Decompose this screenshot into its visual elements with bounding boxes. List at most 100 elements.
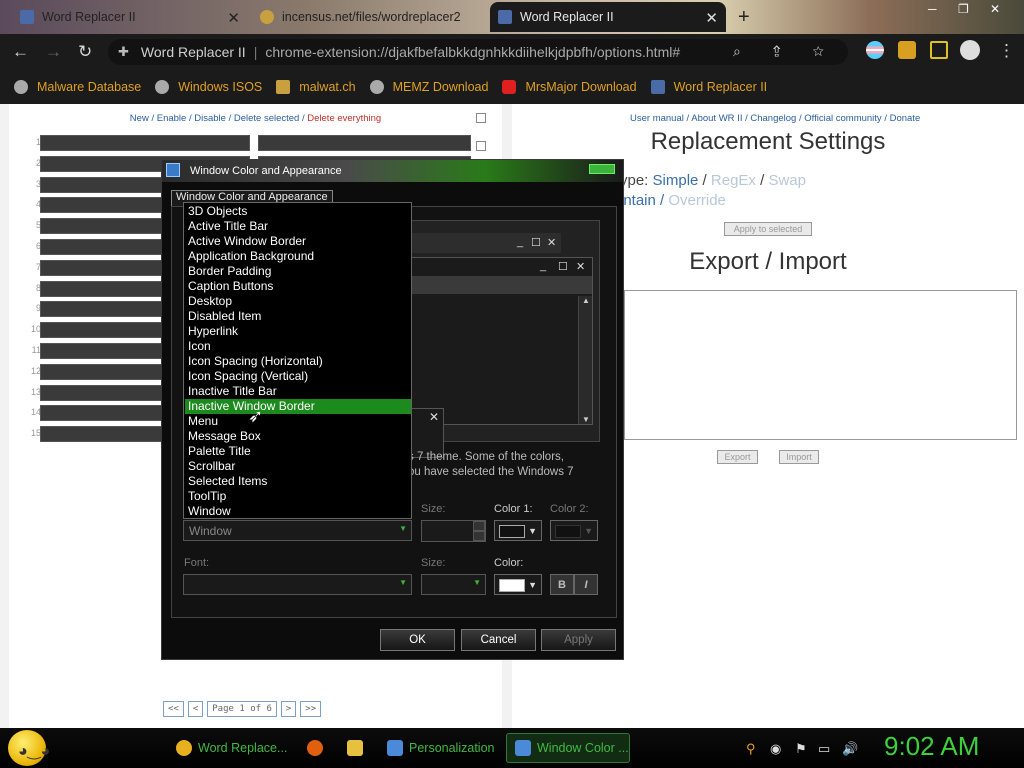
close-tab-icon[interactable]: ✕	[227, 9, 240, 27]
bookmark-mrsmajor-download[interactable]: MrsMajor Download	[502, 80, 637, 94]
omnibox-tool-icons[interactable]: ⌕ ⇪ ☆	[733, 43, 838, 60]
dropdown-option[interactable]: Selected Items	[185, 474, 411, 489]
import-button[interactable]: Import	[779, 450, 819, 464]
dialog-titlebar[interactable]: Window Color and Appearance	[162, 160, 623, 182]
size-stepper[interactable]	[421, 520, 486, 542]
dropdown-option[interactable]: Hyperlink	[185, 324, 411, 339]
dropdown-option[interactable]: Active Window Border	[185, 234, 411, 249]
prev-page-button[interactable]: <	[187, 701, 204, 717]
extension-trans-flag-icon[interactable]	[866, 41, 884, 59]
dropdown-option[interactable]: Icon	[185, 339, 411, 354]
find-input[interactable]	[40, 135, 250, 151]
delete-everything-link[interactable]: Delete everything	[307, 113, 381, 124]
font-size-select[interactable]: ▼	[421, 574, 486, 595]
tray-status-icon[interactable]: ◉	[770, 741, 781, 757]
disable-link[interactable]: Disable	[194, 113, 226, 124]
dialog-close-icon[interactable]	[589, 164, 615, 174]
delete-selected-link[interactable]: Delete selected	[234, 113, 299, 124]
help-links[interactable]: User manual / About WR II / Changelog / …	[630, 113, 920, 124]
next-page-button[interactable]: >	[280, 701, 297, 717]
select-all-checkbox[interactable]	[476, 113, 486, 123]
color2-button[interactable]: ▼	[550, 520, 598, 541]
bookmark-memz-download[interactable]: MEMZ Download	[369, 80, 488, 94]
override-link[interactable]: Override	[668, 192, 726, 209]
task-personalization[interactable]: Personalization	[378, 733, 500, 763]
dropdown-option[interactable]: Icon Spacing (Vertical)	[185, 369, 411, 384]
apply-to-selected-button[interactable]: Apply to selected	[724, 222, 812, 236]
sidepanel-icon[interactable]	[930, 41, 948, 59]
dropdown-option[interactable]: Palette Title	[185, 444, 411, 459]
dropdown-option[interactable]: Scrollbar	[185, 459, 411, 474]
browser-tab-1[interactable]: Word Replacer II ✕	[12, 2, 248, 32]
dropdown-option[interactable]: Icon Spacing (Horizontal)	[185, 354, 411, 369]
cancel-button[interactable]: Cancel	[461, 629, 536, 651]
type-simple-link[interactable]: Simple	[653, 172, 699, 189]
profile-icon[interactable]	[960, 40, 980, 60]
type-regex-link[interactable]: RegEx	[711, 172, 756, 189]
stepper-down-icon[interactable]	[473, 531, 485, 541]
close-window-icon[interactable]: ✕	[990, 2, 1000, 16]
tray-search-icon[interactable]: ⚲	[746, 741, 756, 757]
minimize-icon[interactable]: ─	[928, 2, 937, 16]
reload-icon[interactable]: ↻	[78, 42, 92, 62]
ok-button[interactable]: OK	[380, 629, 455, 651]
bookmark-word-replacer[interactable]: Word Replacer II	[650, 80, 767, 94]
italic-button[interactable]: I	[574, 574, 598, 595]
task-explorer[interactable]	[338, 733, 370, 763]
dropdown-option[interactable]: Desktop	[185, 294, 411, 309]
new-link[interactable]: New	[130, 113, 149, 124]
dropdown-option[interactable]: Message Box	[185, 429, 411, 444]
clock[interactable]: 9:02 AM	[884, 731, 979, 762]
enable-link[interactable]: Enable	[157, 113, 187, 124]
restore-icon[interactable]: ❐	[958, 2, 969, 16]
export-button[interactable]: Export	[717, 450, 758, 464]
tray-network-icon[interactable]: ▭	[818, 741, 830, 757]
dropdown-option[interactable]: Inactive Title Bar	[185, 384, 411, 399]
preview-inactive-window: _ ☐ ✕	[407, 233, 561, 253]
replace-input[interactable]	[258, 135, 471, 151]
maintain-link[interactable]: intain	[620, 192, 656, 209]
last-page-button[interactable]: >>	[300, 701, 322, 717]
bookmark-malwatch[interactable]: malwat.ch	[276, 80, 356, 94]
first-page-button[interactable]: <<	[163, 701, 184, 717]
puzzle-icon[interactable]	[898, 41, 916, 59]
dropdown-option[interactable]: Caption Buttons	[185, 279, 411, 294]
browser-tab-3-active[interactable]: Word Replacer II ✕	[490, 2, 726, 32]
close-tab-icon[interactable]: ✕	[705, 9, 718, 27]
export-import-textarea[interactable]	[624, 290, 1017, 440]
dropdown-option[interactable]: ToolTip	[185, 489, 411, 504]
dropdown-option[interactable]: Disabled Item	[185, 309, 411, 324]
color1-button[interactable]: ▼	[494, 520, 542, 541]
bookmark-malware-database[interactable]: Malware Database	[14, 80, 141, 94]
size-label: Size:	[421, 503, 446, 515]
dropdown-option[interactable]: Active Title Bar	[185, 219, 411, 234]
task-word-replacer[interactable]: Word Replace...	[167, 733, 291, 763]
tray-flag-icon[interactable]: ⚑	[795, 741, 807, 757]
task-firefox[interactable]	[298, 733, 330, 763]
font-select[interactable]: ▼	[183, 574, 412, 595]
dropdown-option[interactable]: Window	[185, 504, 411, 519]
bookmark-windows-isos[interactable]: Windows ISOS	[155, 80, 262, 94]
new-tab-button[interactable]: +	[738, 6, 750, 29]
address-bar[interactable]: ✚ Word Replacer II | chrome-extension://…	[108, 39, 848, 65]
browser-tab-2[interactable]: incensus.net/files/wordreplacer2	[252, 2, 488, 32]
tray-volume-icon[interactable]: 🔊	[842, 741, 858, 757]
dropdown-option[interactable]: Application Background	[185, 249, 411, 264]
dropdown-option[interactable]: 3D Objects	[185, 204, 411, 219]
apply-button[interactable]: Apply	[541, 629, 616, 651]
item-select[interactable]: Window ▼	[183, 520, 412, 541]
dropdown-option[interactable]: Menu	[185, 414, 411, 429]
type-swap-link[interactable]: Swap	[768, 172, 806, 189]
row-checkbox[interactable]	[476, 141, 486, 151]
forward-icon[interactable]: →	[45, 42, 62, 62]
task-window-color[interactable]: Window Color ...	[506, 733, 630, 763]
back-icon[interactable]: ←	[12, 42, 29, 62]
menu-dots-icon[interactable]: ⋮	[998, 41, 1015, 61]
font-color-button[interactable]: ▼	[494, 574, 542, 595]
tab-label: Word Replacer II	[42, 10, 136, 24]
start-orb-smiley-icon[interactable]: ◕‿◕	[8, 730, 50, 766]
stepper-up-icon[interactable]	[473, 521, 485, 531]
dropdown-option[interactable]: Inactive Window Border	[185, 399, 411, 414]
bold-button[interactable]: B	[550, 574, 574, 595]
dropdown-option[interactable]: Border Padding	[185, 264, 411, 279]
